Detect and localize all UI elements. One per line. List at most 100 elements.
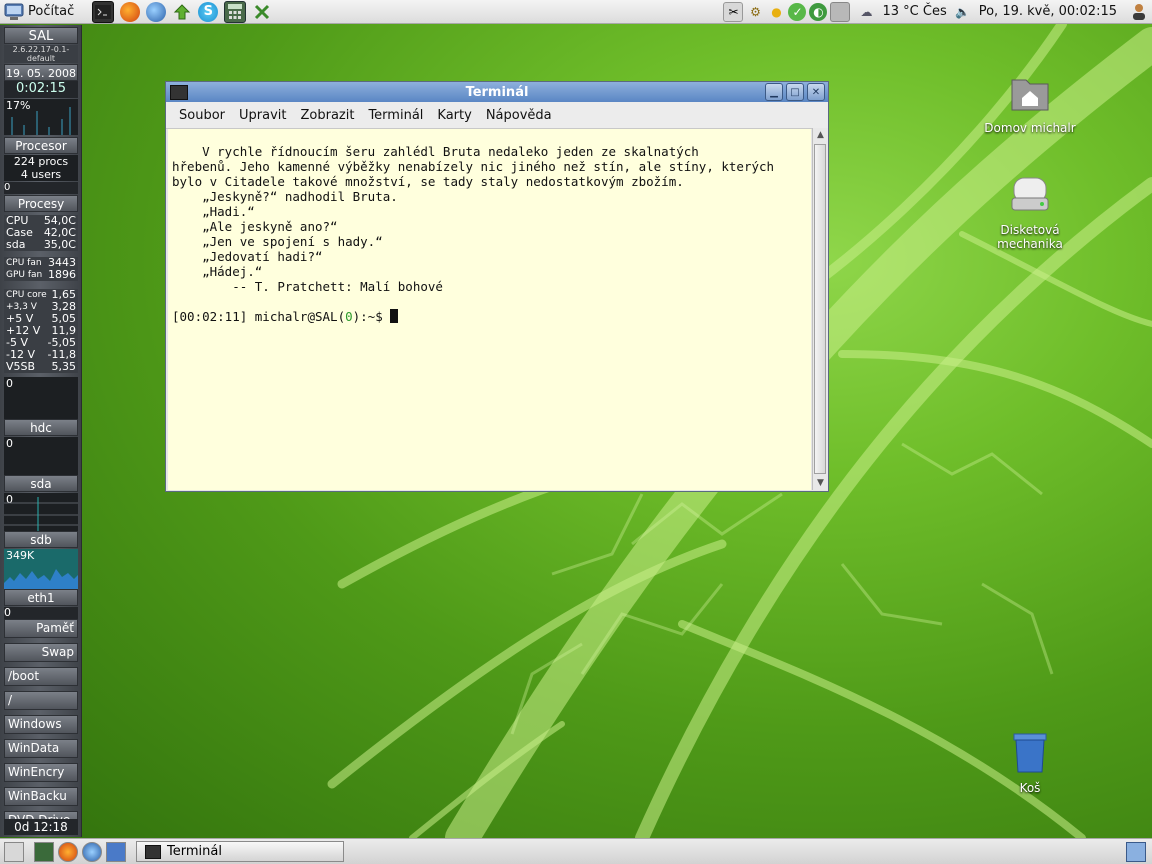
eth1-label: eth1 [4,589,78,606]
terminal-line: „Hádej.“ [172,264,263,279]
hdc-graph: 0 [4,377,78,419]
sdb-graph: 0 [4,493,78,531]
sda-temp-key: sda [6,238,26,251]
home-folder-icon [1011,79,1049,111]
minimize-button[interactable]: ▁ [765,83,783,101]
cpu-graph: 17% [4,99,78,135]
home-folder-label: Domov michalr [984,121,1076,135]
terminal-scrollbar[interactable]: ▲ ▼ [812,128,828,490]
show-desktop-icon[interactable] [4,841,24,862]
terminal-menubar: Soubor Upravit Zobrazit Terminál Karty N… [166,102,828,129]
terminal-output[interactable]: V rychle řídnoucím šeru zahlédl Bruta ne… [168,129,811,490]
weather-icon[interactable]: ☁ [857,3,875,21]
mount-winencry[interactable]: WinEncry [4,763,78,782]
update-icon[interactable]: ◐ [809,2,828,21]
close-button[interactable]: ✕ [807,83,825,101]
mount-boot[interactable]: /boot [4,667,78,686]
check-icon[interactable]: ✓ [788,2,807,21]
terminal-prompt[interactable]: [00:02:11] michalr@SAL(0):~$ [172,309,811,324]
mount-root[interactable]: / [4,691,78,710]
user-switch-icon[interactable] [1130,3,1148,21]
kernel-label: 2.6.22.17-0.1-default [4,45,78,63]
firefox-launcher-icon[interactable] [120,1,141,22]
menu-terminal[interactable]: Terminál [361,108,430,123]
sda-label: sda [4,475,78,492]
trash-label: Koš [1019,781,1041,795]
gpu-fan-key: GPU fan [6,270,43,280]
cpu-fan-key: CPU fan [6,258,42,268]
taskbar-terminal-label: Terminál [167,844,222,859]
mount-windata[interactable]: WinData [4,739,78,758]
swap-meter[interactable]: Swap [4,643,78,662]
tools-taskbar-icon[interactable] [34,841,54,862]
skype-launcher-icon[interactable]: S [198,1,219,22]
calculator-launcher-icon[interactable] [224,0,247,23]
printer-icon[interactable] [830,1,851,22]
prompt-suffix: ):~$ [352,309,391,324]
terminal-line: „Jedovatí hadi?“ [172,249,323,264]
bottom-panel: Terminál [0,838,1152,864]
tools-tray-icon[interactable]: ✂ [723,1,744,22]
text-cursor [390,309,399,323]
floppy-drive-icon [1011,177,1049,211]
firefox-taskbar-icon[interactable] [58,841,78,862]
floppy-desktop-icon[interactable]: Disketová mechanika [975,172,1085,251]
workspace-switcher-icon[interactable] [106,841,126,862]
volt-key: CPU core [6,290,47,300]
net-zero: 0 [4,607,78,619]
terminal-line: hřebenů. Jeho kamenné výběžky nenabízely… [172,159,775,174]
user-count: 4 users [20,168,62,181]
notification-icon[interactable] [1126,841,1146,862]
net-graph: 349K [4,549,78,589]
sda-temp-value: 35,0C [43,238,76,251]
process-count: 224 procs [13,155,69,168]
menu-soubor[interactable]: Soubor [172,108,232,123]
menu-karty[interactable]: Karty [430,108,478,123]
prompt-prefix: [00:02:11] michalr@SAL( [172,309,346,324]
trash-icon [1013,733,1047,773]
tools-launcher-icon[interactable] [252,2,272,22]
trash-desktop-icon[interactable]: Koš [975,730,1085,795]
temperature-panel: CPU 54,0C Case 42,0C sda 35,0C [4,215,78,251]
hdc-value: 0 [6,377,13,390]
thunderbird-launcher-icon[interactable] [146,1,167,22]
memory-meter[interactable]: Paměť [4,619,78,638]
cpu-label: Procesor [4,137,78,154]
menu-upravit[interactable]: Upravit [232,108,293,123]
taskbar-terminal-button[interactable]: Terminál [136,841,344,862]
thunderbird-taskbar-icon[interactable] [82,841,102,862]
volt-value: 5,35 [51,360,77,373]
mount-windows[interactable]: Windows [4,715,78,734]
terminal-line: „Jeskyně?“ nadhodil Bruta. [172,189,398,204]
terminal-titlebar[interactable]: Terminál ▁ □ ✕ [166,82,828,102]
home-folder-desktop-icon[interactable]: Domov michalr [975,70,1085,135]
processes-label: Procesy [4,195,78,212]
volume-icon[interactable]: 🔈 [954,3,972,21]
terminal-line: „Ale jeskyně ano?“ [172,219,338,234]
terminal-launcher-icon[interactable] [92,0,115,23]
mount-winbacku[interactable]: WinBacku [4,787,78,806]
computer-menu-button[interactable]: Počítač [0,0,82,24]
system-monitor-sidebar: SAL 2.6.22.17-0.1-default 19. 05. 2008 0… [0,25,82,837]
terminal-window: Terminál ▁ □ ✕ Soubor Upravit Zobrazit T… [165,81,829,492]
menu-napoveda[interactable]: Nápověda [479,108,559,123]
terminal-line: „Jen ve spojení s hady.“ [172,234,383,249]
scroll-down-arrow-icon[interactable]: ▼ [813,476,828,490]
process-graph: 224 procs 4 users [4,155,78,181]
network-tray-icon[interactable]: ⚙ [746,3,764,21]
software-update-launcher-icon[interactable] [172,2,192,22]
scroll-up-arrow-icon[interactable]: ▲ [813,128,828,142]
maximize-button[interactable]: □ [786,83,804,101]
computer-menu-label: Počítač [28,4,75,19]
scrollbar-thumb[interactable] [814,144,826,474]
weather-text[interactable]: 13 °C Čes [882,4,946,19]
terminal-window-icon[interactable] [170,84,188,100]
lightbulb-icon[interactable]: ● [767,3,785,21]
terminal-line: -- T. Pratchett: Malí bohové [172,279,443,294]
sda-value: 0 [6,437,13,450]
menu-zobrazit[interactable]: Zobrazit [293,108,361,123]
clock-text[interactable]: Po, 19. kvě, 00:02:15 [979,4,1117,19]
system-tray: ✂ ⚙ ● ✓ ◐ ☁ 13 °C Čes 🔈 Po, 19. kvě, 00:… [723,0,1152,24]
fan-panel: CPU fan 3443 GPU fan 1896 [4,257,78,281]
